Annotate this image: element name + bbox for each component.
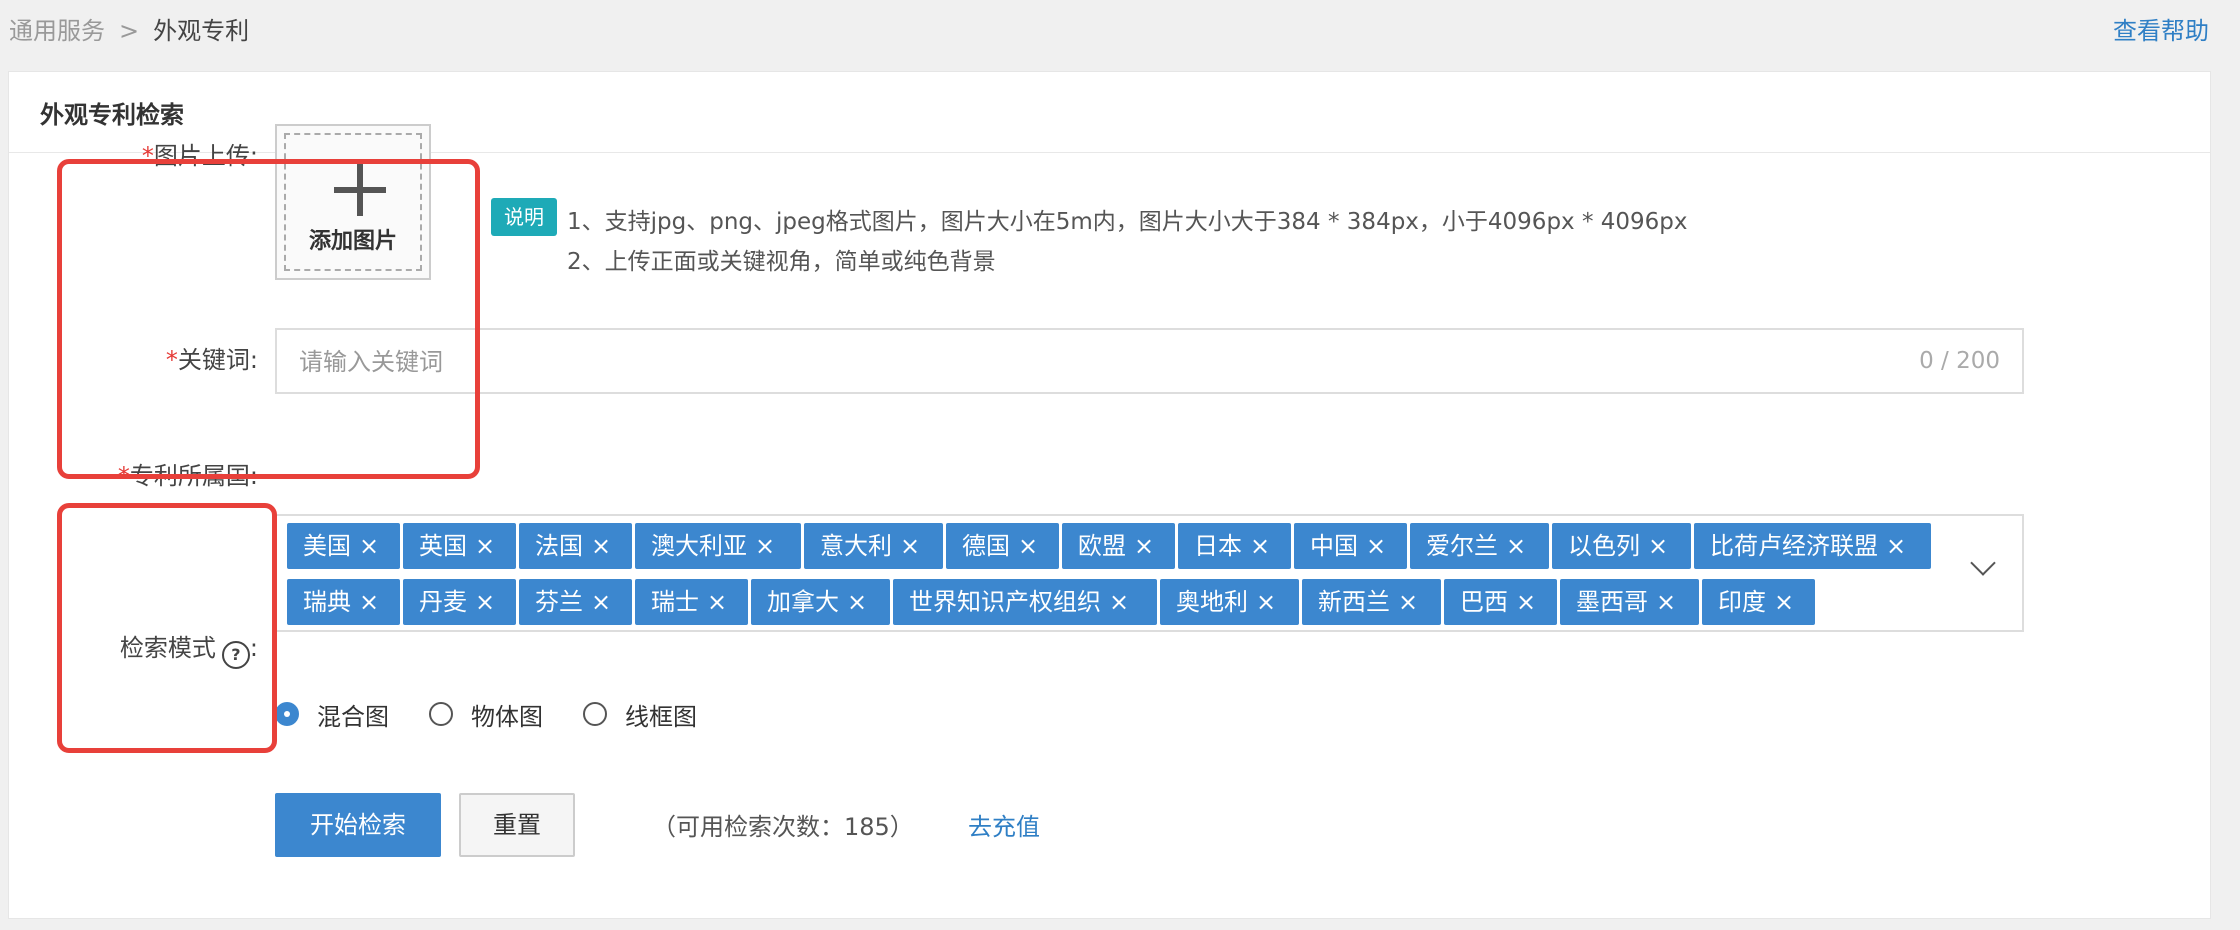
country-tag-label: 以色列	[1568, 532, 1640, 560]
country-tag-label: 法国	[535, 532, 583, 560]
help-link[interactable]: 查看帮助	[2113, 12, 2209, 50]
country-tag: 比荷卢经济联盟 ×	[1694, 523, 1931, 569]
country-tag: 芬兰 ×	[519, 579, 632, 625]
country-tag-label: 比荷卢经济联盟	[1710, 532, 1878, 560]
remove-tag-icon[interactable]: ×	[1134, 523, 1154, 569]
note-line-1: 1、支持jpg、png、jpeg格式图片，图片大小在5m内，图片大小大于384 …	[567, 209, 1688, 235]
country-tag-label: 瑞士	[651, 588, 699, 616]
country-tag: 丹麦 ×	[403, 579, 516, 625]
remove-tag-icon[interactable]: ×	[475, 579, 495, 625]
country-tag: 德国 ×	[946, 523, 1059, 569]
country-tag: 日本 ×	[1178, 523, 1291, 569]
country-tag-label: 欧盟	[1078, 532, 1126, 560]
country-tag: 中国 ×	[1294, 523, 1407, 569]
remove-tag-icon[interactable]: ×	[900, 523, 920, 569]
country-tag-label: 中国	[1310, 532, 1358, 560]
remove-tag-icon[interactable]: ×	[1250, 523, 1270, 569]
country-tag-label: 印度	[1718, 588, 1766, 616]
country-tag-label: 新西兰	[1318, 588, 1390, 616]
mode-radio-label: 物体图	[471, 702, 543, 731]
country-tag: 意大利 ×	[804, 523, 943, 569]
country-tag-label: 澳大利亚	[651, 532, 747, 560]
country-tag: 法国 ×	[519, 523, 632, 569]
remove-tag-icon[interactable]: ×	[1886, 523, 1906, 569]
radio-circle[interactable]	[583, 702, 607, 726]
highlight-box-upload-keyword	[57, 159, 480, 479]
country-tag: 澳大利亚 ×	[635, 523, 801, 569]
remove-tag-icon[interactable]: ×	[591, 579, 611, 625]
country-tag: 奥地利 ×	[1160, 579, 1299, 625]
keyword-input[interactable]	[297, 330, 1801, 394]
country-tag: 加拿大 ×	[751, 579, 890, 625]
note-line-2: 2、上传正面或关键视角，简单或纯色背景	[567, 249, 996, 275]
country-multiselect[interactable]: 美国 × 英国 × 法国 × 澳大利亚 × 意大利 × 德国 × 欧盟 × 日本 × 中国 × 爱尔兰 × 以色列 × 比荷…	[275, 514, 2024, 632]
keyword-char-counter: 0 / 200	[1919, 348, 2000, 374]
remove-tag-icon[interactable]: ×	[847, 579, 867, 625]
country-tag: 印度 ×	[1702, 579, 1815, 625]
country-tag-label: 日本	[1194, 532, 1242, 560]
country-tag: 世界知识产权组织 ×	[893, 579, 1157, 625]
country-tag-label: 加拿大	[767, 588, 839, 616]
mode-radio-label: 混合图	[317, 702, 389, 731]
country-tag: 瑞典 ×	[287, 579, 400, 625]
country-tag-label: 世界知识产权组织	[909, 588, 1101, 616]
chevron-down-icon[interactable]	[1970, 550, 1996, 576]
country-tag-label: 美国	[303, 532, 351, 560]
remove-tag-icon[interactable]: ×	[359, 523, 379, 569]
country-tag-label: 芬兰	[535, 588, 583, 616]
recharge-link[interactable]: 去充值	[968, 807, 1040, 842]
remove-tag-icon[interactable]: ×	[1516, 579, 1536, 625]
country-tag: 瑞士 ×	[635, 579, 748, 625]
remove-tag-icon[interactable]: ×	[707, 579, 727, 625]
country-tag-label: 墨西哥	[1576, 588, 1648, 616]
mode-radio-mixed[interactable]: 混合图	[275, 697, 389, 731]
start-search-button[interactable]: 开始检索	[275, 793, 441, 857]
remove-tag-icon[interactable]: ×	[1398, 579, 1418, 625]
reset-button[interactable]: 重置	[459, 793, 575, 857]
breadcrumb-current: 外观专利	[153, 17, 250, 45]
remove-tag-icon[interactable]: ×	[1506, 523, 1526, 569]
remove-tag-icon[interactable]: ×	[755, 523, 775, 569]
keyword-field[interactable]: 0 / 200	[275, 328, 2024, 394]
country-tag-label: 奥地利	[1176, 588, 1248, 616]
country-tag: 爱尔兰 ×	[1410, 523, 1549, 569]
remove-tag-icon[interactable]: ×	[1109, 579, 1129, 625]
country-tag: 欧盟 ×	[1062, 523, 1175, 569]
remove-tag-icon[interactable]: ×	[1648, 523, 1668, 569]
remove-tag-icon[interactable]: ×	[1774, 579, 1794, 625]
mode-radio-object[interactable]: 物体图	[429, 697, 543, 731]
country-tag: 以色列 ×	[1552, 523, 1691, 569]
country-tag-label: 爱尔兰	[1426, 532, 1498, 560]
country-tag: 巴西 ×	[1444, 579, 1557, 625]
remove-tag-icon[interactable]: ×	[475, 523, 495, 569]
remove-tag-icon[interactable]: ×	[1366, 523, 1386, 569]
country-tag-label: 德国	[962, 532, 1010, 560]
breadcrumb: 通用服务 > 外观专利	[9, 12, 249, 50]
remove-tag-icon[interactable]: ×	[591, 523, 611, 569]
country-tag: 墨西哥 ×	[1560, 579, 1699, 625]
radio-circle[interactable]	[275, 702, 299, 726]
mode-radio-label: 线框图	[625, 702, 697, 731]
remove-tag-icon[interactable]: ×	[1018, 523, 1038, 569]
usage-count-text: （可用检索次数：185）	[652, 813, 914, 841]
country-tag-label: 巴西	[1460, 588, 1508, 616]
remove-tag-icon[interactable]: ×	[1656, 579, 1676, 625]
highlight-box-country-mode	[57, 503, 277, 753]
country-tag: 新西兰 ×	[1302, 579, 1441, 625]
country-tag: 美国 ×	[287, 523, 400, 569]
mode-radio-wireframe[interactable]: 线框图	[583, 697, 697, 731]
note-badge: 说明	[491, 198, 557, 236]
country-tag-label: 丹麦	[419, 588, 467, 616]
breadcrumb-separator: >	[119, 17, 140, 45]
country-tag-label: 瑞典	[303, 588, 351, 616]
radio-circle[interactable]	[429, 702, 453, 726]
country-tag-label: 意大利	[820, 532, 892, 560]
breadcrumb-parent[interactable]: 通用服务	[9, 17, 105, 45]
country-tag-label: 英国	[419, 532, 467, 560]
remove-tag-icon[interactable]: ×	[1256, 579, 1276, 625]
remove-tag-icon[interactable]: ×	[359, 579, 379, 625]
card-title: 外观专利检索	[40, 101, 184, 129]
country-tag: 英国 ×	[403, 523, 516, 569]
